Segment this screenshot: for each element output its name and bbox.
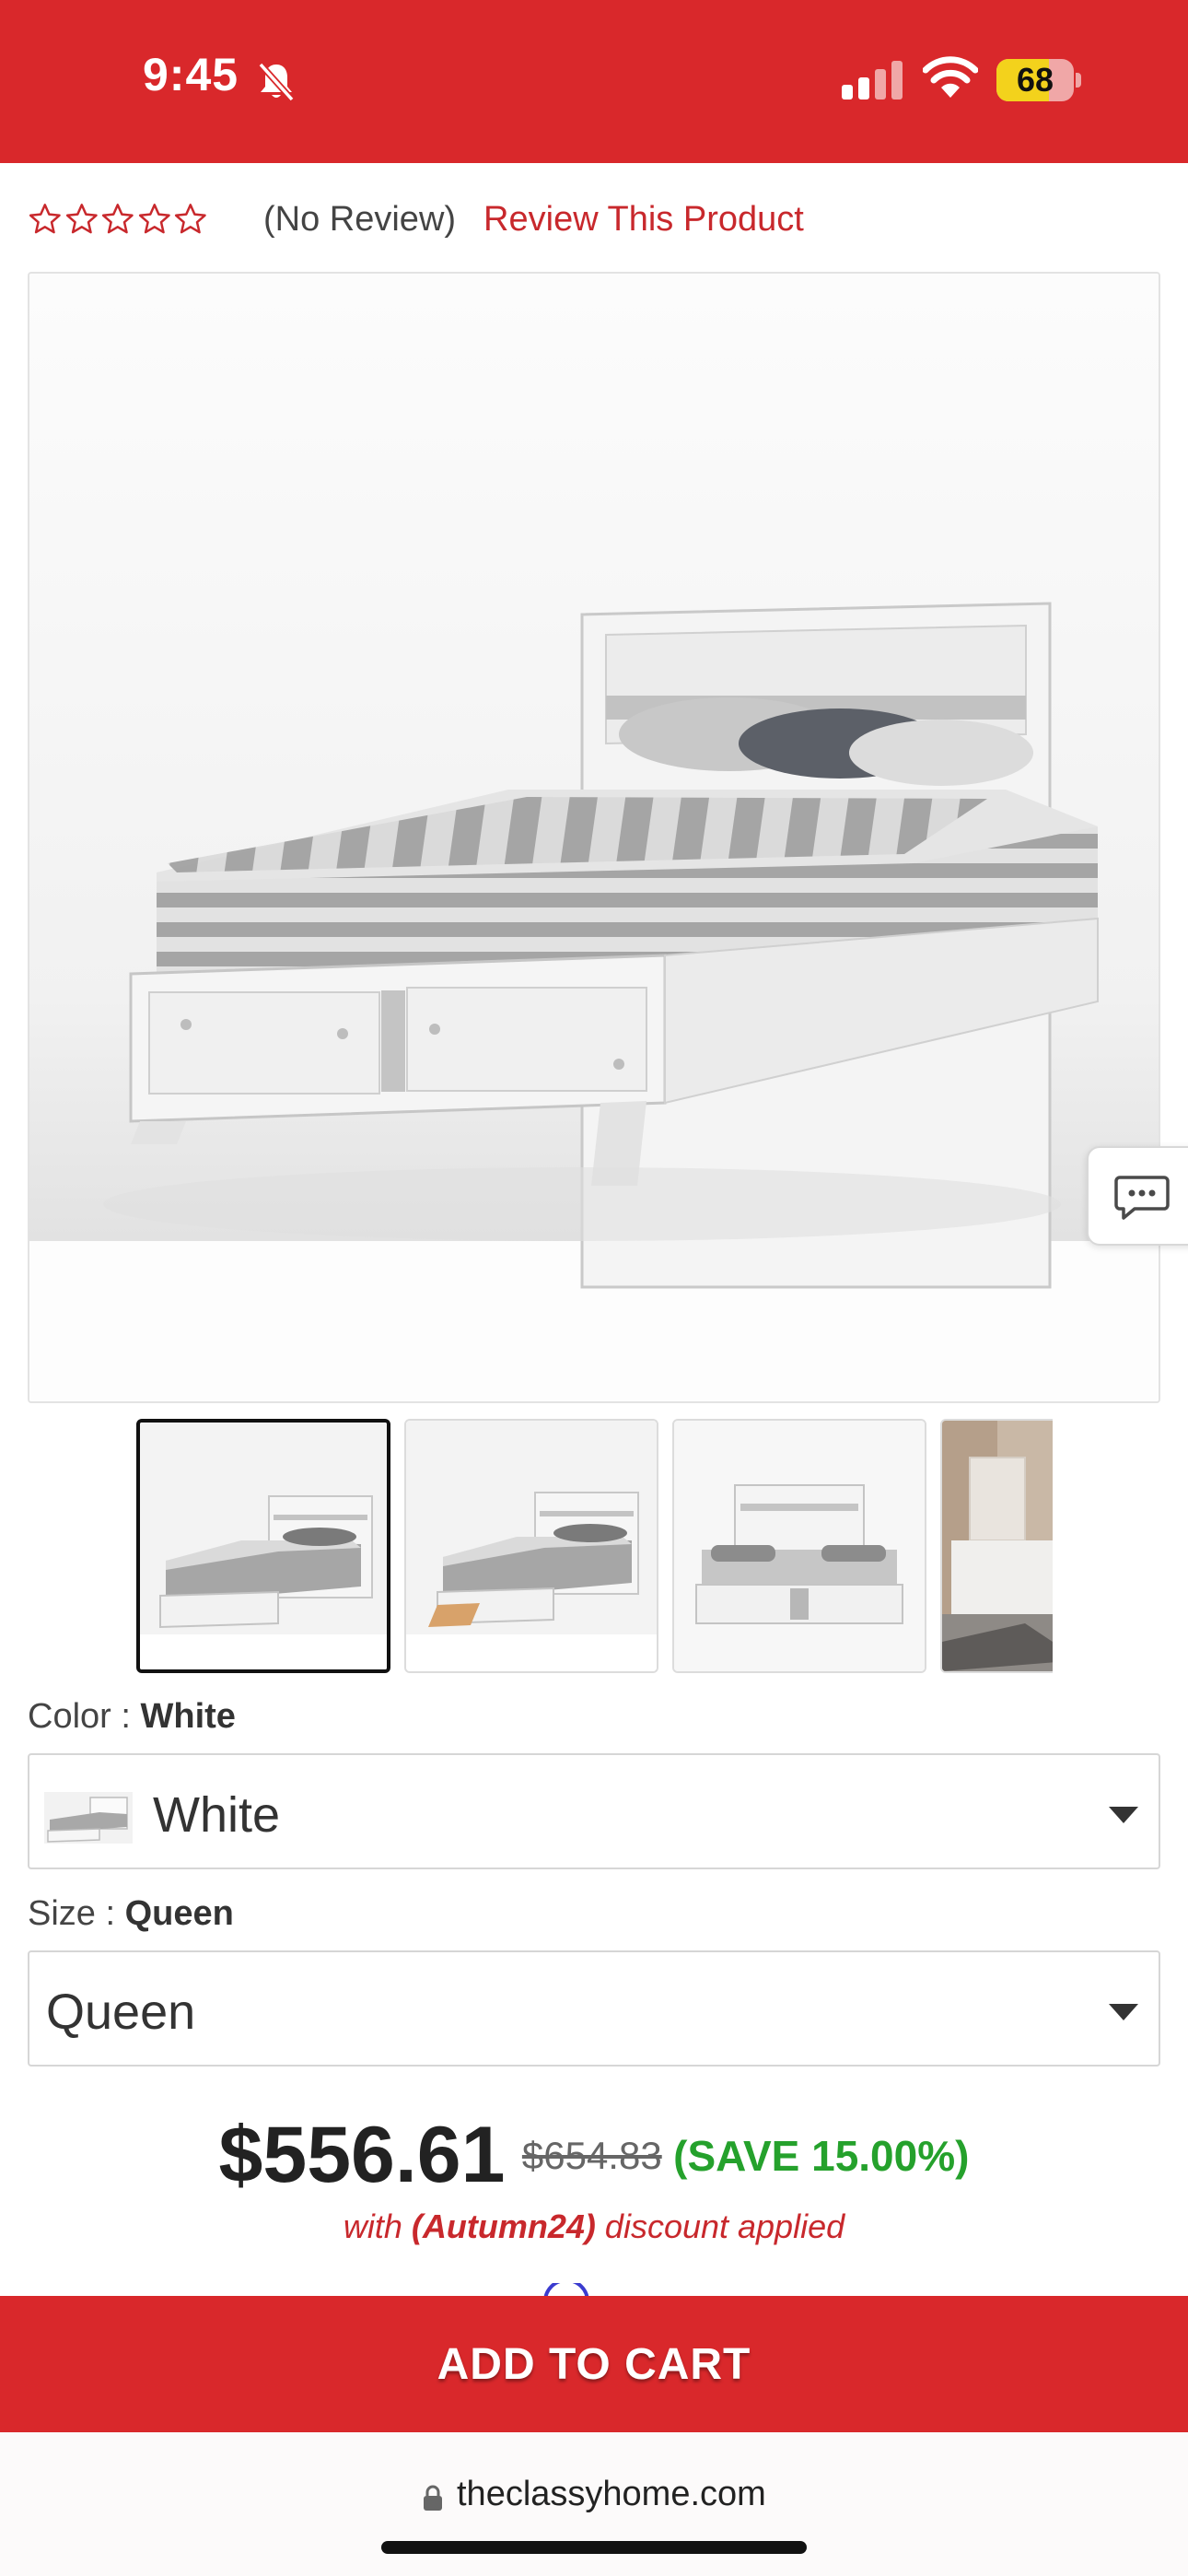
- review-this-product-link[interactable]: Review This Product: [483, 200, 804, 240]
- savings-badge: (SAVE 15.00%): [673, 2131, 970, 2180]
- star-empty-icon: [138, 204, 170, 234]
- discount-prefix: with: [343, 2207, 402, 2245]
- url-text: theclassyhome.com: [457, 2475, 766, 2513]
- discount-suffix: discount applied: [604, 2207, 845, 2245]
- bell-slash-icon: [258, 62, 295, 102]
- battery-icon: 68: [996, 59, 1081, 101]
- star-empty-icon: [29, 204, 61, 234]
- thumbnail-bed-drawer[interactable]: [404, 1419, 658, 1673]
- original-price: $654.83: [521, 2133, 662, 2177]
- discount-code: (Autumn24): [411, 2207, 596, 2245]
- thumbnail-bed-front[interactable]: [672, 1419, 926, 1673]
- main-product-image[interactable]: [28, 272, 1160, 1403]
- add-to-cart-button[interactable]: ADD TO CART: [0, 2296, 1188, 2432]
- size-label-value: Queen: [124, 1894, 234, 1933]
- chat-icon: [1114, 1176, 1170, 1220]
- color-option-label: Color : White: [28, 1697, 236, 1737]
- star-empty-icon: [65, 204, 98, 234]
- size-select[interactable]: Queen: [28, 1950, 1160, 2067]
- lock-icon: [424, 2485, 442, 2511]
- thumbnail-bed-angle[interactable]: [136, 1419, 390, 1673]
- price-row: $556.61 $654.83 (SAVE 15.00%): [0, 2110, 1188, 2201]
- discount-note: with (Autumn24) discount applied: [0, 2207, 1188, 2246]
- color-label-text: Color :: [28, 1697, 131, 1736]
- thumbnail-room-scene[interactable]: [940, 1419, 1053, 1673]
- review-count: (No Review): [263, 199, 457, 239]
- browser-address-bar[interactable]: theclassyhome.com: [0, 2432, 1188, 2576]
- caret-down-icon: [1109, 2004, 1138, 2020]
- signal-icon: [842, 61, 903, 100]
- home-indicator[interactable]: [381, 2541, 807, 2554]
- bed-swatch-icon: [44, 1792, 133, 1844]
- color-label-value: White: [140, 1697, 236, 1736]
- star-empty-icon: [175, 204, 207, 234]
- battery-level: 68: [1016, 61, 1054, 99]
- thumbnail-strip: [136, 1419, 1053, 1673]
- color-select[interactable]: White: [28, 1753, 1160, 1869]
- caret-down-icon: [1109, 1807, 1138, 1823]
- status-bar: 9:45 68: [0, 0, 1188, 163]
- color-select-value: White: [153, 1787, 281, 1843]
- size-label-text: Size :: [28, 1894, 116, 1933]
- review-row: (No Review) Review This Product: [28, 193, 804, 245]
- star-empty-icon: [102, 204, 134, 234]
- size-select-value: Queen: [46, 1985, 196, 2040]
- size-option-label: Size : Queen: [28, 1894, 234, 1934]
- wifi-icon: [923, 56, 978, 98]
- star-rating: [28, 202, 208, 237]
- status-time: 9:45: [143, 49, 239, 100]
- chat-button[interactable]: [1087, 1146, 1188, 1246]
- sale-price: $556.61: [218, 2111, 506, 2199]
